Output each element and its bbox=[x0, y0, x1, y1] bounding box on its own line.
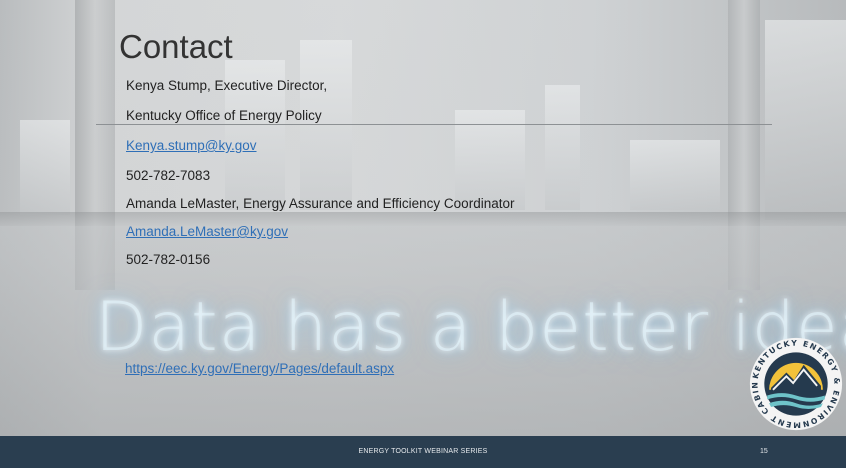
footer-bar: ENERGY TOOLKIT WEBINAR SERIES 15 bbox=[0, 436, 846, 468]
window-frame bbox=[75, 0, 115, 290]
background-building bbox=[545, 85, 580, 210]
background-building bbox=[300, 40, 352, 210]
website-link[interactable]: https://eec.ky.gov/Energy/Pages/default.… bbox=[125, 360, 394, 378]
neon-sign-text: Data has a better idea bbox=[95, 288, 846, 367]
contact-name-2: Amanda LeMaster, Energy Assurance and Ef… bbox=[126, 196, 515, 211]
phone-2: 502-782-0156 bbox=[126, 252, 211, 267]
phone-1: 502-782-7083 bbox=[126, 168, 211, 183]
slide: Contact Kenya Stump, Executive Director,… bbox=[0, 0, 846, 468]
background-building bbox=[20, 120, 70, 215]
background-building bbox=[630, 140, 720, 210]
footer-series-title: ENERGY TOOLKIT WEBINAR SERIES bbox=[358, 448, 488, 455]
page-number: 15 bbox=[760, 448, 768, 455]
kentucky-energy-logo: KENTUCKY ENERGY & ENVIRONMENT CABINET bbox=[748, 336, 843, 431]
email-link-1[interactable]: Kenya.stump@ky.gov bbox=[126, 137, 257, 155]
background-building bbox=[765, 20, 846, 220]
contact-name-1: Kenya Stump, Executive Director, bbox=[126, 78, 328, 93]
slide-title: Contact bbox=[119, 28, 233, 65]
window-frame bbox=[728, 0, 760, 290]
contact-organization: Kentucky Office of Energy Policy bbox=[126, 108, 322, 123]
email-link-2[interactable]: Amanda.LeMaster@ky.gov bbox=[126, 223, 288, 241]
